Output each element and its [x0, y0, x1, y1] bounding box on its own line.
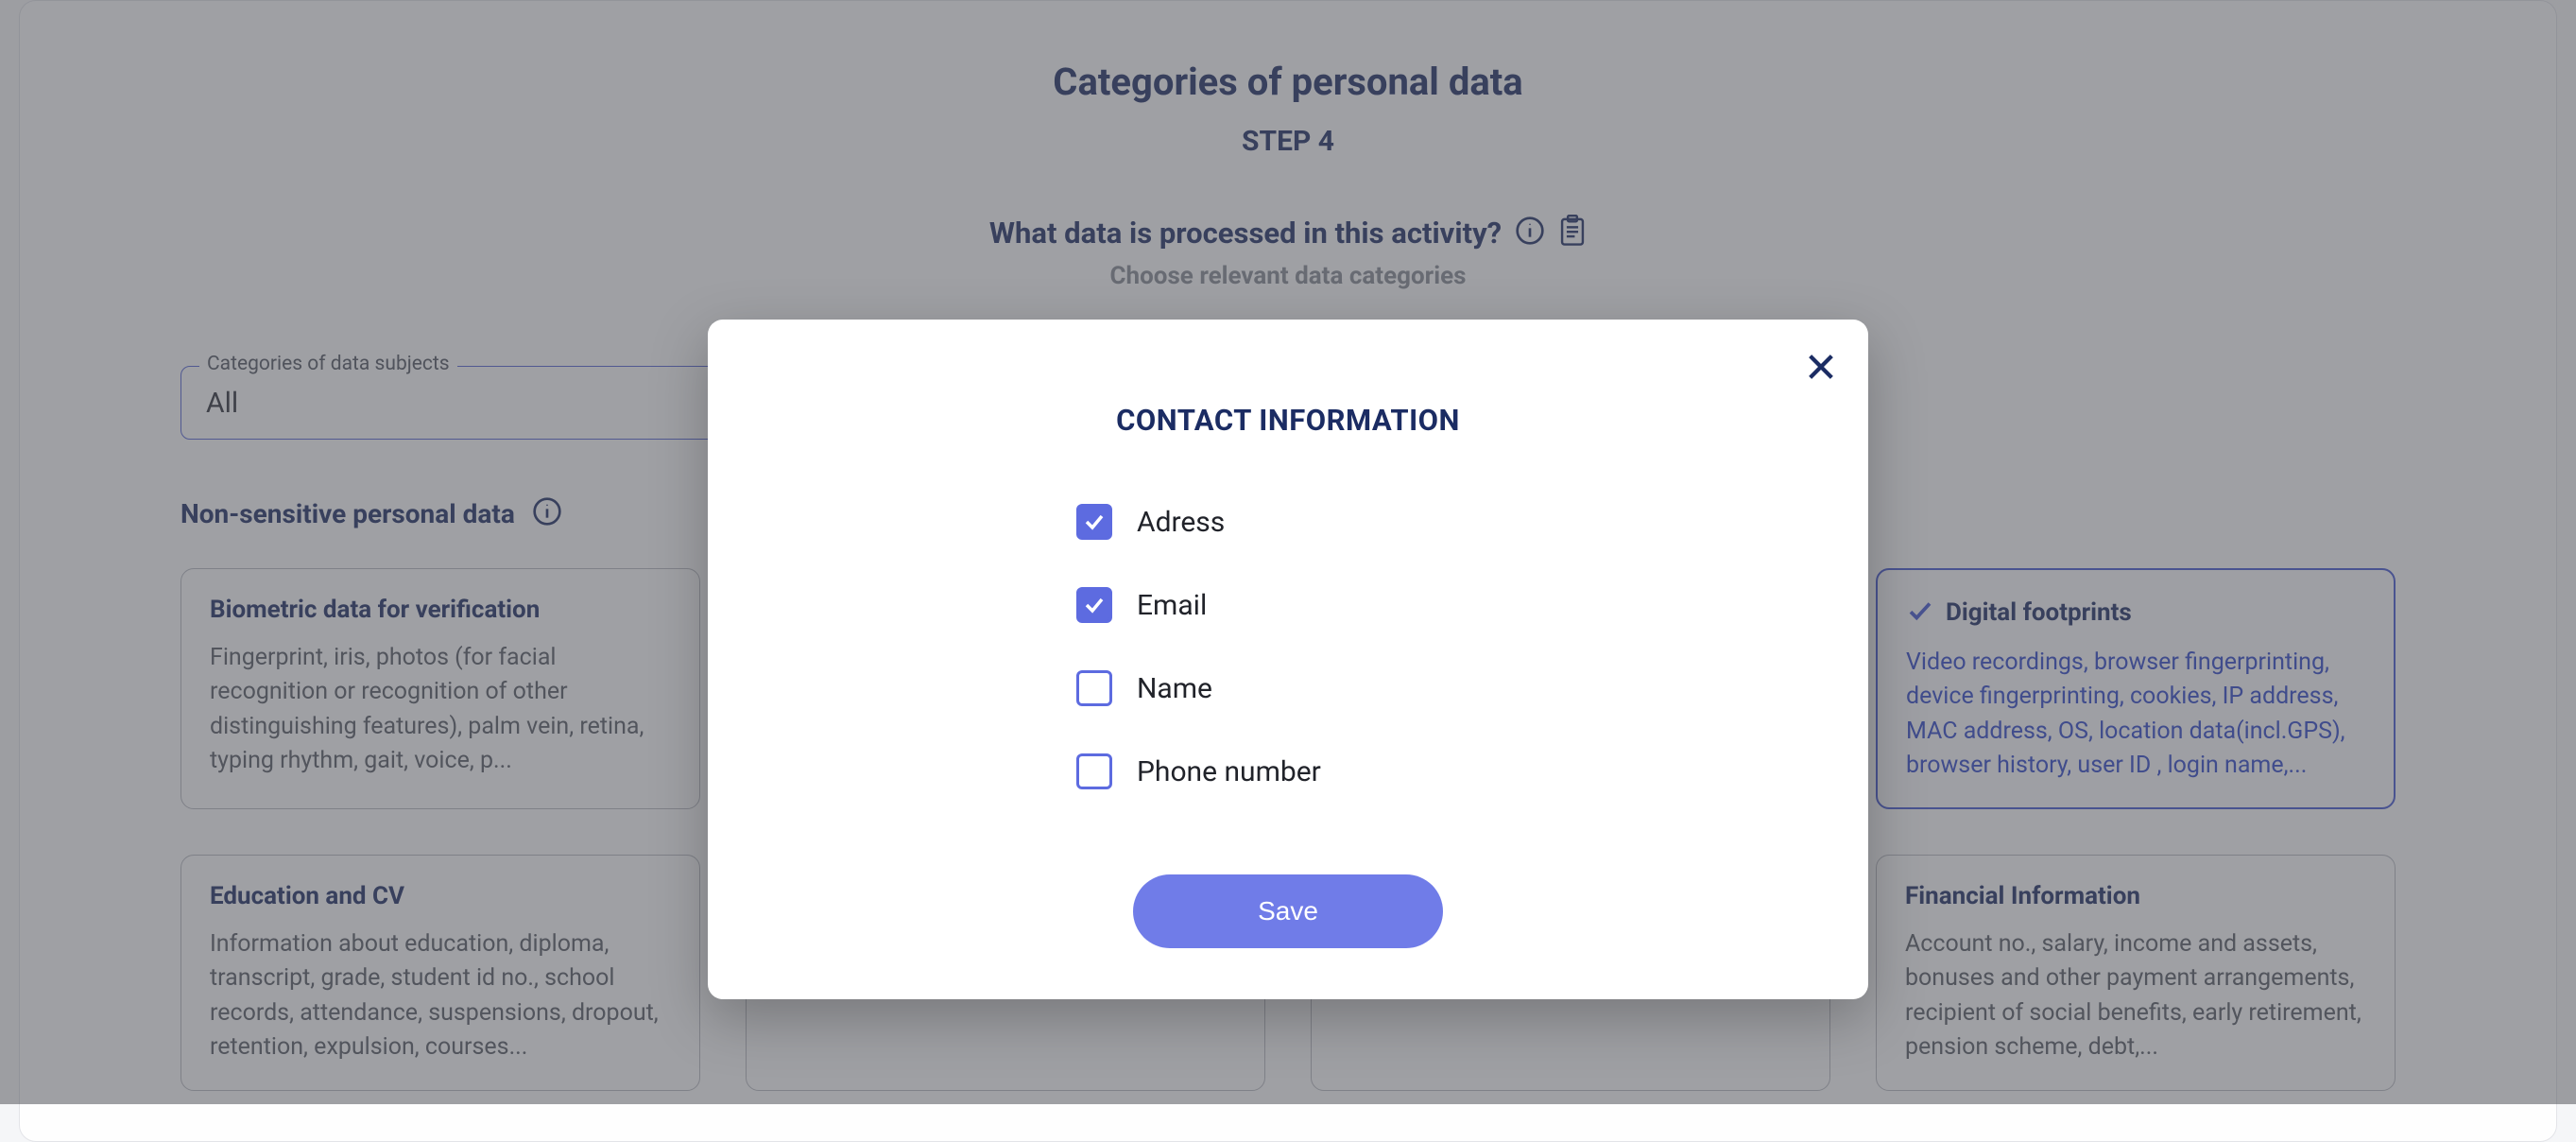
checkbox[interactable] [1076, 753, 1112, 789]
checkbox-label: Adress [1137, 506, 1225, 539]
close-button[interactable] [1802, 348, 1840, 386]
checkbox-item[interactable]: Phone number [1076, 753, 1793, 789]
checkbox-label: Name [1137, 672, 1212, 705]
checkbox[interactable] [1076, 670, 1112, 706]
modal-title: CONTACT INFORMATION [783, 403, 1793, 438]
checkbox[interactable] [1076, 504, 1112, 540]
checkbox-item[interactable]: Email [1076, 587, 1793, 623]
checkbox-label: Email [1137, 589, 1207, 622]
contact-info-modal: CONTACT INFORMATION Adress Email Name Phone… [708, 320, 1868, 999]
checkbox-list: Adress Email Name Phone number [783, 504, 1793, 789]
checkbox[interactable] [1076, 587, 1112, 623]
checkbox-item[interactable]: Name [1076, 670, 1793, 706]
modal-overlay: CONTACT INFORMATION Adress Email Name Phone… [0, 0, 2576, 1104]
save-button[interactable]: Save [1133, 874, 1443, 948]
checkbox-item[interactable]: Adress [1076, 504, 1793, 540]
checkbox-label: Phone number [1137, 755, 1321, 788]
